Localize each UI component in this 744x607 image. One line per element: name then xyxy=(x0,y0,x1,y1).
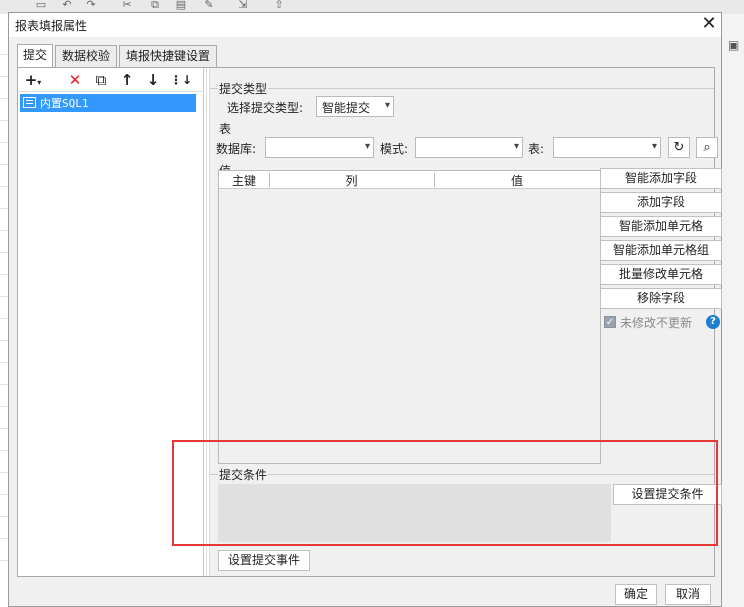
column-header-value[interactable]: 值 xyxy=(434,172,600,189)
column-header-column[interactable]: 列 xyxy=(269,172,434,189)
cut-icon: ✂ xyxy=(122,0,132,11)
remove-field-button[interactable]: 移除字段 xyxy=(600,288,722,309)
background-right-panel: ▣ xyxy=(722,14,744,607)
no-update-unmodified-checkbox[interactable]: ✓ xyxy=(604,316,616,328)
database-label: 数据库: xyxy=(216,142,257,156)
column-header-primary-key[interactable]: 主键 xyxy=(219,172,269,189)
batch-modify-cell-button[interactable]: 批量修改单元格 xyxy=(600,264,722,285)
table-select[interactable]: ▾ xyxy=(553,137,661,158)
help-icon[interactable]: ? xyxy=(706,315,720,329)
submit-type-legend: 提交类型 xyxy=(218,80,269,97)
tab-data-validation[interactable]: 数据校验 xyxy=(55,45,117,67)
smart-add-cell-button[interactable]: 智能添加单元格 xyxy=(600,216,722,237)
close-icon[interactable]: ✕ xyxy=(699,14,719,34)
sql-table-icon xyxy=(23,97,36,108)
smart-add-field-button[interactable]: 智能添加字段 xyxy=(600,168,722,189)
submit-type-select[interactable]: 智能提交 ▾ xyxy=(316,96,394,117)
mode-select[interactable]: ▾ xyxy=(415,137,523,158)
tree-item-builtin-sql[interactable]: 内置SQL1 xyxy=(20,94,196,112)
mode-label: 模式: xyxy=(380,142,409,156)
no-update-unmodified-label: 未修改不更新 xyxy=(620,316,693,330)
delete-icon[interactable]: ✕ xyxy=(66,70,84,90)
preview-search-icon: ⌕ xyxy=(703,140,711,155)
format-brush-icon: ✎ xyxy=(204,0,214,11)
submit-type-label: 选择提交类型: xyxy=(227,101,304,115)
tree-item-label: 内置SQL1 xyxy=(40,97,89,110)
add-dropdown-icon[interactable]: +▾ xyxy=(24,70,42,90)
refresh-button[interactable]: ↻ xyxy=(668,137,690,158)
submit-type-value: 智能提交 xyxy=(322,101,371,115)
refresh-icon: ↻ xyxy=(673,140,685,155)
submit-list-toolbar: +▾ ✕ ⧉ ↑ ↓ ⋮↓ xyxy=(18,68,204,92)
dialog-title: 报表填报属性 xyxy=(15,19,88,33)
sort-icon[interactable]: ⋮↓ xyxy=(170,70,192,90)
undo-icon: ↶ xyxy=(62,0,72,11)
export-icon: ⇲ xyxy=(238,0,248,11)
database-select[interactable]: ▾ xyxy=(265,137,374,158)
set-submit-event-button[interactable]: 设置提交事件 xyxy=(218,550,310,571)
preview-button[interactable]: ⌕ xyxy=(696,137,718,158)
chevron-down-icon: ▾ xyxy=(651,141,657,152)
paste-icon: ▤ xyxy=(175,0,187,11)
highlight-box xyxy=(172,440,718,546)
move-down-icon[interactable]: ↓ xyxy=(144,70,162,90)
tab-fill-shortcut-settings[interactable]: 填报快捷键设置 xyxy=(119,45,217,67)
chevron-down-icon: ▾ xyxy=(364,141,370,152)
copy-icon: ⧉ xyxy=(151,0,159,11)
tab-submit[interactable]: 提交 xyxy=(17,44,53,68)
upload-icon: ⇧ xyxy=(274,0,284,11)
field-value-table[interactable]: 主键 列 值 xyxy=(218,170,601,464)
move-up-icon[interactable]: ↑ xyxy=(118,70,136,90)
smart-add-cell-group-button[interactable]: 智能添加单元格组 xyxy=(600,240,722,261)
submit-type-divider xyxy=(210,88,714,89)
title-bar: 报表填报属性 ✕ xyxy=(9,13,721,37)
background-panel-icon: ▣ xyxy=(728,38,740,52)
cancel-button[interactable]: 取消 xyxy=(665,584,711,605)
field-value-table-header: 主键 列 值 xyxy=(219,171,600,189)
save-icon: ▭ xyxy=(35,0,47,11)
add-field-button[interactable]: 添加字段 xyxy=(600,192,722,213)
table-label: 表: xyxy=(528,142,545,156)
redo-icon: ↷ xyxy=(86,0,96,11)
copy-icon[interactable]: ⧉ xyxy=(92,70,110,90)
table-legend: 表 xyxy=(218,120,233,137)
chevron-down-icon: ▾ xyxy=(384,100,390,111)
ok-button[interactable]: 确定 xyxy=(615,584,657,605)
chevron-down-icon: ▾ xyxy=(513,141,519,152)
